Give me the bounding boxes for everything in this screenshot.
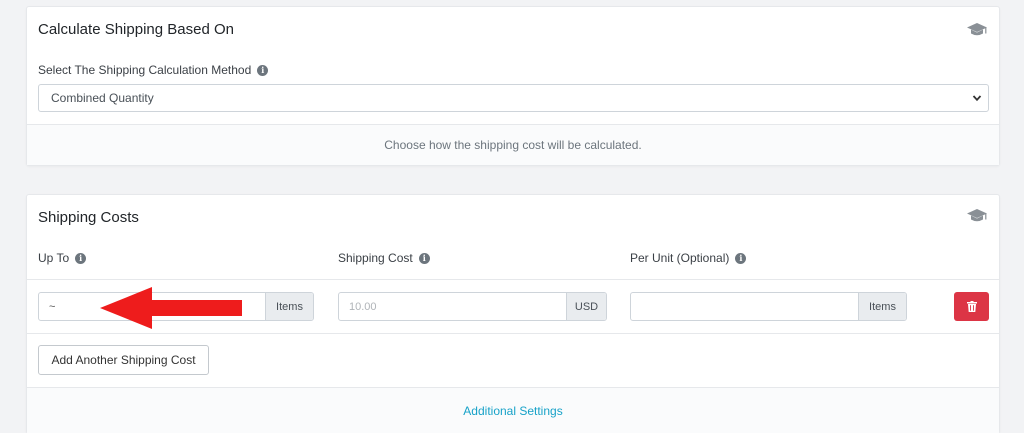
divider: [27, 279, 999, 280]
shipping-cost-addon: USD: [566, 293, 606, 320]
column-header-per-unit: Per Unit (Optional) i: [630, 251, 747, 265]
chevron-down-icon: [972, 95, 982, 102]
card-title: Calculate Shipping Based On: [38, 21, 234, 38]
shipping-cost-label: Shipping Cost: [338, 251, 413, 265]
shipping-cost-input-group: 10.00 USD: [338, 292, 607, 321]
per-unit-input-group: Items: [630, 292, 907, 321]
column-header-shipping-cost: Shipping Cost i: [338, 251, 430, 265]
up-to-label: Up To: [38, 251, 70, 265]
graduation-cap-icon[interactable]: [967, 209, 987, 223]
shipping-cost-input[interactable]: 10.00: [339, 293, 566, 320]
column-header-up-to: Up To i: [38, 251, 87, 265]
help-footer: Choose how the shipping cost will be cal…: [27, 125, 999, 165]
info-icon[interactable]: i: [257, 64, 269, 76]
add-shipping-cost-button[interactable]: Add Another Shipping Cost: [38, 345, 209, 375]
select-value: Combined Quantity: [51, 91, 154, 105]
delete-row-button[interactable]: [954, 292, 989, 321]
per-unit-addon: Items: [858, 293, 906, 320]
info-icon[interactable]: i: [75, 252, 87, 264]
red-arrow-icon: [100, 287, 242, 329]
up-to-addon: Items: [265, 293, 313, 320]
calc-shipping-card: Calculate Shipping Based On Select The S…: [26, 6, 1000, 166]
calculation-method-select[interactable]: Combined Quantity: [38, 84, 989, 112]
card-title: Shipping Costs: [38, 209, 139, 226]
per-unit-input[interactable]: [631, 293, 858, 320]
per-unit-label: Per Unit (Optional): [630, 251, 730, 265]
trash-icon: [966, 301, 977, 312]
info-icon[interactable]: i: [735, 252, 747, 264]
graduation-cap-icon[interactable]: [967, 23, 987, 37]
divider: [27, 333, 999, 334]
method-label: Select The Shipping Calculation Method: [38, 63, 252, 77]
info-icon[interactable]: i: [418, 252, 430, 264]
help-text: Choose how the shipping cost will be cal…: [384, 138, 642, 152]
method-label-row: Select The Shipping Calculation Method i: [38, 63, 269, 77]
additional-settings-footer: Additional Settings: [27, 388, 999, 433]
additional-settings-link[interactable]: Additional Settings: [463, 404, 562, 418]
